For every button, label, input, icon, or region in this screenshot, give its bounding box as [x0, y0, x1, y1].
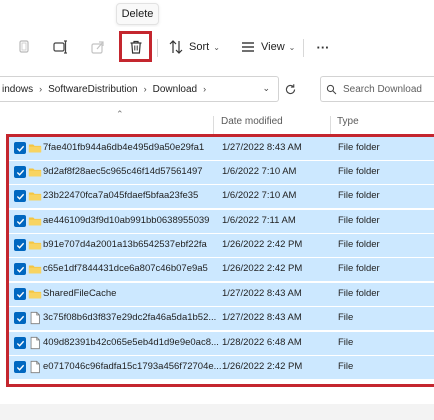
selection-highlight-box	[6, 134, 434, 387]
toolbar-separator	[157, 39, 158, 57]
breadcrumb-item[interactable]: indows	[2, 84, 33, 95]
toolbar-separator	[303, 39, 304, 57]
column-headers: ⌃ Date modified Type	[0, 108, 434, 136]
chevron-right-icon: ›	[203, 84, 207, 94]
view-icon	[242, 42, 254, 52]
breadcrumb-item[interactable]: SoftwareDistribution	[48, 84, 137, 95]
rename-icon	[53, 40, 67, 54]
chevron-down-icon: ⌄	[213, 42, 220, 52]
share-icon	[91, 41, 104, 54]
refresh-button[interactable]	[280, 76, 300, 102]
command-bar: Sort ⌄ View ⌄ ···	[0, 27, 434, 67]
column-divider[interactable]	[213, 116, 214, 134]
search-box[interactable]	[320, 76, 434, 102]
more-options-button[interactable]: ···	[312, 35, 334, 59]
column-divider[interactable]	[330, 116, 331, 134]
delete-highlight-box	[119, 31, 152, 62]
search-icon	[326, 84, 337, 94]
chevron-down-icon[interactable]: ⌄	[262, 83, 270, 94]
address-row: indows › SoftwareDistribution › Download…	[0, 74, 434, 106]
chevron-down-icon: ⌄	[288, 42, 296, 52]
column-type[interactable]: Type	[337, 116, 359, 127]
share-button[interactable]	[88, 35, 108, 59]
sort-ascending-icon: ⌃	[116, 109, 124, 119]
address-bar[interactable]: indows › SoftwareDistribution › Download…	[0, 76, 279, 102]
sort-button[interactable]: Sort ⌄	[168, 35, 228, 59]
chevron-right-icon: ›	[143, 84, 147, 94]
copy-icon	[19, 40, 29, 53]
column-date-modified[interactable]: Date modified	[221, 116, 283, 127]
status-strip	[0, 404, 434, 420]
chevron-right-icon: ›	[39, 84, 43, 94]
view-label: View	[261, 41, 285, 53]
refresh-icon	[285, 83, 295, 94]
view-button[interactable]: View ⌄	[240, 35, 300, 59]
breadcrumb-item[interactable]: Download	[153, 84, 197, 95]
search-input[interactable]	[343, 83, 433, 95]
rename-button[interactable]	[50, 35, 70, 59]
copy-button[interactable]	[14, 35, 34, 59]
sort-label: Sort	[189, 41, 210, 53]
sort-icon	[169, 40, 183, 54]
delete-tooltip: Delete	[116, 3, 159, 25]
